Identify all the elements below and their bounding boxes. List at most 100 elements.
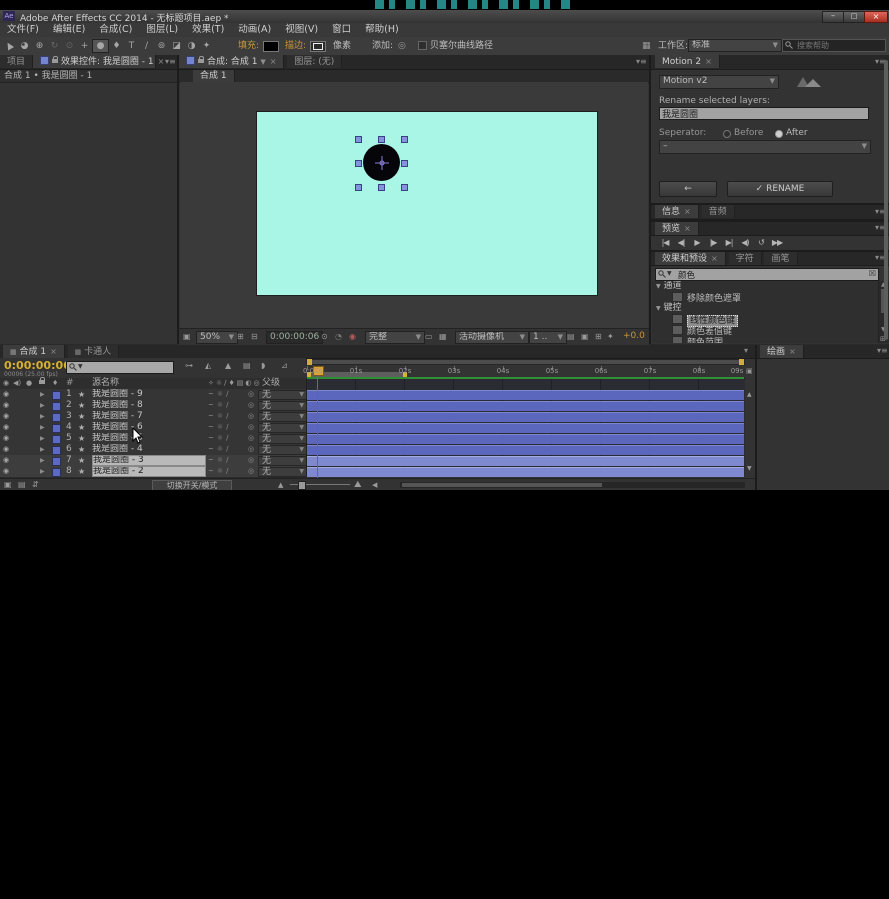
bezier-path-checkbox[interactable] xyxy=(418,41,427,50)
pick-whip-icon[interactable]: ◎ xyxy=(248,433,254,444)
hide-shy-icon[interactable]: ▲ xyxy=(225,361,231,370)
fill-label[interactable]: 填充: xyxy=(238,38,259,54)
layer-color-swatch[interactable] xyxy=(52,435,61,444)
effects-search-input[interactable] xyxy=(676,269,860,280)
layer-switches[interactable]: ~☼∕ xyxy=(208,433,232,444)
menu-help[interactable]: 帮助(H) xyxy=(358,24,406,35)
effect-item[interactable]: 移除颜色遮罩 xyxy=(652,292,878,304)
workspace-icon[interactable]: ▦ xyxy=(642,38,651,54)
camera-dropdown[interactable]: 活动摄像机 ▼ xyxy=(455,331,529,344)
show-snapshot-icon[interactable]: ◔ xyxy=(335,329,342,344)
previous-frame-button[interactable]: ◀| xyxy=(673,238,689,247)
selection-handle[interactable] xyxy=(401,184,408,191)
eye-icon[interactable]: ◉ xyxy=(3,378,9,389)
tab-character[interactable]: 字符 xyxy=(728,252,762,265)
eye-icon[interactable]: ◉ xyxy=(3,422,9,433)
workspace-dropdown[interactable]: 标准 ▼ xyxy=(688,39,782,52)
parent-column[interactable]: 父级 xyxy=(262,378,280,389)
transparency-grid-icon[interactable]: ▦ xyxy=(439,329,447,344)
source-name-column[interactable]: 源名称 xyxy=(92,378,119,389)
fast-preview-icon[interactable]: ▣ xyxy=(581,329,589,344)
tab-timeline-cartoon[interactable]: ▦ 卡通人 xyxy=(67,345,120,358)
tab-brush[interactable]: 画笔 xyxy=(764,252,798,265)
selection-handle[interactable] xyxy=(355,184,362,191)
effect-item[interactable]: 颜色差值键 xyxy=(652,325,878,337)
effects-group[interactable]: ▼ 通道 xyxy=(652,281,878,292)
bezier-path-label[interactable]: 贝塞尔曲线路径 xyxy=(430,38,493,54)
scroll-up-icon[interactable]: ▲ xyxy=(747,391,752,398)
minimize-button[interactable]: – xyxy=(822,11,844,23)
layer-switches[interactable]: ~☼∕ xyxy=(208,455,232,466)
expander-icon[interactable]: ▶ xyxy=(40,444,45,455)
tab-composition[interactable]: 合成: 合成 1 ▼ × xyxy=(179,55,285,68)
maximize-button[interactable]: □ xyxy=(843,11,865,23)
eye-icon[interactable]: ◉ xyxy=(3,411,9,422)
eye-icon[interactable]: ◉ xyxy=(3,389,9,400)
switches-column-icons[interactable]: ✧☼∕♦▤◐◎ xyxy=(208,378,262,389)
layer-bar[interactable] xyxy=(307,401,744,411)
effects-search-box[interactable]: ▼ ☒ xyxy=(655,268,879,281)
parent-dropdown[interactable]: 无 ▼ xyxy=(258,412,307,422)
layer-name[interactable]: 我是圆圈 - 5 xyxy=(92,433,204,444)
scroll-down-icon[interactable]: ▼ xyxy=(747,465,752,472)
pan-behind-tool-icon[interactable]: + xyxy=(77,39,92,53)
close-icon[interactable]: × xyxy=(158,57,165,66)
layer-name-editing[interactable]: 我是圆圈 - 2 xyxy=(92,466,206,477)
layer-bar-selected[interactable] xyxy=(307,467,744,477)
parent-dropdown[interactable]: 无 ▼ xyxy=(258,423,307,433)
selection-handle[interactable] xyxy=(355,160,362,167)
help-search-box[interactable] xyxy=(782,39,886,52)
close-icon[interactable]: × xyxy=(705,57,712,66)
draft3d-icon[interactable]: ◭ xyxy=(205,361,211,370)
layer-bar-selected[interactable] xyxy=(307,456,744,466)
zoom-slider-thumb[interactable] xyxy=(298,481,306,490)
motion-blur-icon[interactable]: ◗ xyxy=(261,361,265,370)
anchor-point-icon[interactable] xyxy=(375,156,389,170)
frame-blend-icon[interactable]: ▤ xyxy=(243,361,251,370)
menu-composition[interactable]: 合成(C) xyxy=(92,24,139,35)
layer-color-swatch[interactable] xyxy=(52,446,61,455)
eye-icon[interactable]: ◉ xyxy=(3,455,9,466)
label-column-icon[interactable]: ♦ xyxy=(52,378,58,389)
layer-color-swatch[interactable] xyxy=(52,424,61,433)
layer-name[interactable]: 我是圆圈 - 7 xyxy=(92,411,204,422)
layer-switches[interactable]: ~☼∕ xyxy=(208,422,232,433)
timeline-zoom-slider[interactable] xyxy=(290,481,350,490)
parent-dropdown[interactable]: 无 ▼ xyxy=(258,434,307,444)
layer-color-swatch[interactable] xyxy=(52,391,61,400)
expander-icon[interactable]: ▶ xyxy=(40,433,45,444)
ram-preview-button[interactable]: ▶▶ xyxy=(769,238,785,247)
roto-brush-tool-icon[interactable]: ◑ xyxy=(184,39,199,53)
tab-project[interactable]: 项目 xyxy=(0,55,34,68)
layer-switches[interactable]: ~☼∕ xyxy=(208,400,232,411)
timeline-navigator[interactable] xyxy=(306,359,745,365)
stroke-width-label[interactable]: 像素 xyxy=(333,38,351,54)
layer-bar[interactable] xyxy=(307,434,744,444)
add-shape-icon[interactable]: ◎ xyxy=(398,38,406,54)
stroke-label[interactable]: 描边: xyxy=(285,38,306,54)
clone-stamp-tool-icon[interactable]: ⊚ xyxy=(154,39,169,53)
comp-subtab[interactable]: 合成 1 xyxy=(193,70,235,82)
effect-item[interactable]: 颜色范围 xyxy=(652,336,878,343)
effect-item-selected[interactable]: 线性颜色键 xyxy=(652,314,878,327)
eye-icon[interactable]: ◉ xyxy=(3,400,9,411)
brush-tool-icon[interactable]: ∕ xyxy=(139,39,154,53)
tab-effects-presets[interactable]: 效果和预设 × xyxy=(655,252,726,265)
tab-timeline-comp1[interactable]: ▦ 合成 1 × xyxy=(3,345,65,358)
channels-icon[interactable]: ◉ xyxy=(349,329,356,344)
viewer-timecode[interactable]: 0:00:00:06 xyxy=(266,331,324,344)
expander-icon[interactable]: ▶ xyxy=(40,422,45,433)
pick-whip-icon[interactable]: ◎ xyxy=(248,455,254,466)
snapshot-camera-icon[interactable]: ⊙ xyxy=(321,329,328,344)
composition-mini-flowchart-icon[interactable]: ⊶ xyxy=(185,361,193,370)
close-icon[interactable]: × xyxy=(684,207,691,216)
before-radio[interactable] xyxy=(723,130,731,138)
layer-color-swatch[interactable] xyxy=(52,468,61,477)
expander-icon[interactable]: ▶ xyxy=(40,400,45,411)
clear-search-icon[interactable]: ☒ xyxy=(869,269,876,278)
chevron-down-icon[interactable]: ▼ xyxy=(656,283,661,290)
help-search-input[interactable] xyxy=(795,40,885,51)
menu-edit[interactable]: 编辑(E) xyxy=(46,24,92,35)
rename-input[interactable] xyxy=(659,107,869,120)
safe-zones-icon[interactable]: ⊞ xyxy=(237,329,244,344)
